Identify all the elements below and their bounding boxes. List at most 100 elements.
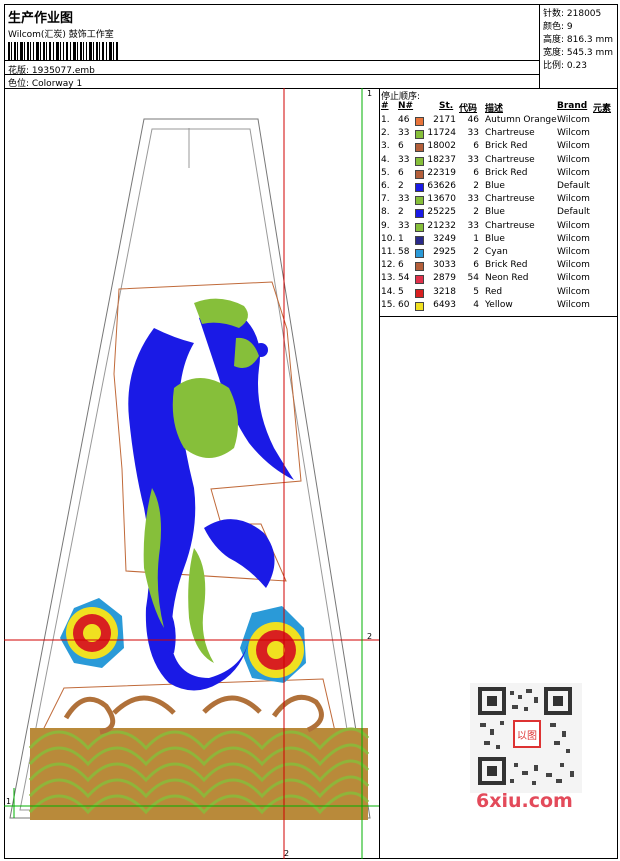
header-desc: 描述 (485, 104, 504, 114)
cell-desc: Chartreuse (485, 220, 535, 231)
design-stats: 针数: 218005 颜色: 9 高度: 816.3 mm 宽度: 545.3 … (540, 4, 618, 88)
mark-2-bottom: 2 (284, 849, 289, 858)
cell-st: 25225 (427, 207, 456, 218)
header-n: N# (398, 101, 414, 111)
header-info: 生产作业图 Wilcom(汇炭) 鼓饰工作室 花版: 1935077.emb 色… (4, 4, 540, 89)
cell-num: 10. (381, 233, 396, 244)
cell-brand: Wilcom (557, 167, 590, 178)
cell-brand: Wilcom (557, 128, 590, 139)
sequence-row: 3. 6 18002 6 Brick Red Wilcom (379, 141, 618, 154)
cell-n: 33 (398, 128, 410, 139)
cell-brand: Default (557, 207, 590, 218)
sequence-row: 4. 33 18237 33 Chartreuse Wilcom (379, 155, 618, 168)
cell-code: 33 (467, 220, 479, 231)
cell-num: 4. (381, 154, 390, 165)
sequence-row: 15. 60 6493 4 Yellow Wilcom (379, 300, 618, 313)
cell-desc: Brick Red (485, 167, 528, 178)
embroidery-preview: 1 2 1 2 (4, 88, 379, 859)
cell-desc: Cyan (485, 247, 508, 257)
cell-st: 2925 (433, 247, 456, 257)
cell-num: 11. (381, 247, 396, 257)
cell-num: 13. (381, 273, 396, 284)
cell-n: 5 (398, 286, 404, 297)
cell-st: 21232 (427, 220, 456, 231)
cell-num: 15. (381, 299, 396, 310)
cell-num: 6. (381, 181, 390, 191)
cell-st: 3249 (433, 233, 456, 244)
cell-brand: Wilcom (557, 299, 590, 310)
cell-num: 7. (381, 194, 390, 205)
cell-code: 33 (467, 194, 479, 205)
cell-num: 2. (381, 128, 390, 139)
cell-desc: Brick Red (485, 260, 528, 271)
divider (4, 60, 540, 61)
cell-code: 6 (473, 141, 479, 152)
stop-sequence-table: 停止顺序: # N# St. 代码 描述 Brand 元素 1. 46 2171 46… (379, 88, 618, 316)
divider (4, 74, 540, 75)
color-swatch (415, 169, 424, 179)
table-bottom-border (379, 316, 618, 317)
sequence-row: 9. 33 21232 33 Chartreuse Wilcom (379, 221, 618, 234)
cell-code: 33 (467, 154, 479, 165)
color-swatch (415, 249, 424, 258)
cell-n: 60 (398, 299, 410, 310)
header-num: # (381, 101, 389, 111)
flower-right (240, 606, 306, 683)
cell-st: 11724 (427, 128, 456, 139)
cell-num: 3. (381, 141, 390, 152)
studio-name: Wilcom(汇炭) 鼓饰工作室 (8, 30, 114, 40)
cell-code: 6 (473, 167, 479, 178)
sequence-row: 6. 2 63626 2 Blue Default (379, 181, 618, 194)
design-width: 宽度: 545.3 mm (543, 48, 614, 58)
color-swatch (415, 275, 424, 285)
cell-brand: Default (557, 181, 590, 191)
flower-left (60, 598, 124, 668)
color-swatch (415, 222, 424, 232)
design-scale: 比例: 0.23 (543, 61, 587, 71)
color-swatch (415, 288, 424, 298)
cell-n: 2 (398, 207, 404, 218)
cell-n: 33 (398, 220, 410, 231)
color-swatch (415, 262, 424, 272)
cell-brand: Wilcom (557, 220, 590, 231)
cell-desc: Yellow (485, 299, 513, 310)
seal-text: 以图 (517, 730, 537, 742)
cell-brand: Wilcom (557, 286, 590, 297)
sequence-row: 11. 58 2925 2 Cyan Wilcom (379, 247, 618, 260)
cell-code: 54 (467, 273, 479, 284)
cell-desc: Autumn Orange (485, 115, 557, 125)
design-height: 高度: 816.3 mm (543, 35, 614, 45)
cell-brand: Wilcom (557, 154, 590, 165)
color-swatch (415, 117, 424, 126)
site-logo: 6xiu.com (476, 790, 573, 812)
cell-st: 18237 (427, 154, 456, 165)
wave-pattern (28, 694, 370, 820)
cell-brand: Wilcom (557, 194, 590, 205)
sequence-row: 10. 1 3249 1 Blue Wilcom (379, 234, 618, 247)
cell-st: 18002 (427, 141, 456, 152)
header-brand: Brand (557, 101, 588, 111)
sequence-row: 8. 2 25225 2 Blue Default (379, 207, 618, 220)
cell-brand: Wilcom (557, 141, 590, 152)
header-code: 代码 (459, 104, 478, 114)
cell-code: 4 (473, 299, 479, 310)
cell-brand: Wilcom (557, 273, 590, 284)
cell-code: 2 (473, 247, 479, 257)
header-st: St. (439, 101, 454, 111)
cell-brand: Wilcom (557, 247, 590, 257)
cell-desc: Chartreuse (485, 128, 535, 139)
mark-2-right: 2 (367, 632, 372, 641)
cell-desc: Chartreuse (485, 194, 535, 205)
cell-n: 33 (398, 154, 410, 165)
sequence-row: 14. 5 3218 5 Red Wilcom (379, 287, 618, 300)
cell-code: 33 (467, 128, 479, 139)
cell-st: 13670 (427, 194, 456, 205)
cell-num: 1. (381, 115, 390, 125)
color-swatch (415, 130, 424, 140)
cell-desc: Neon Red (485, 273, 529, 284)
cell-st: 2879 (433, 273, 456, 284)
color-count: 颜色: 9 (543, 22, 573, 32)
cell-code: 5 (473, 286, 479, 297)
cell-n: 6 (398, 260, 404, 271)
cell-desc: Blue (485, 233, 505, 244)
